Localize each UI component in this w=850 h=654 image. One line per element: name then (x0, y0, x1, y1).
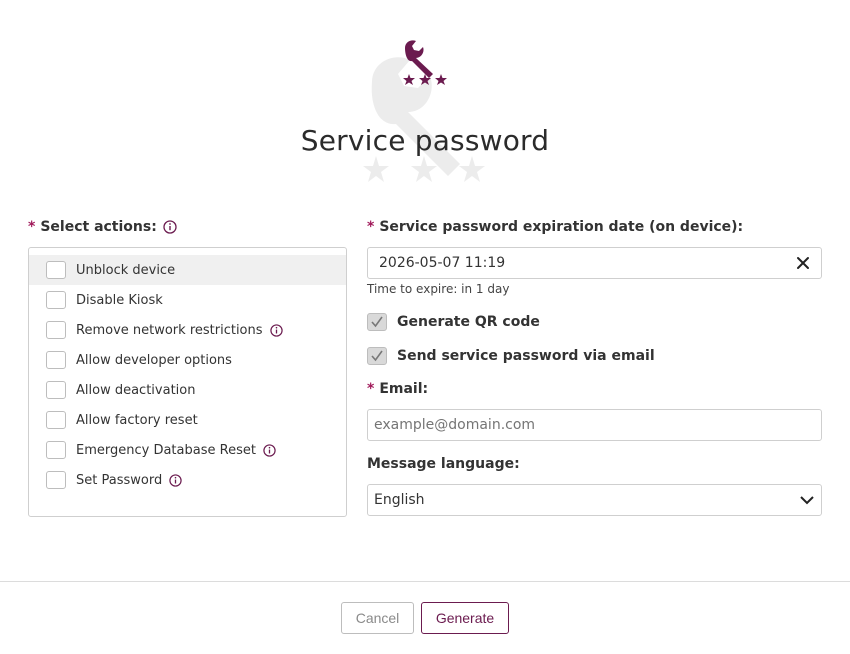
action-label: Set Password (76, 472, 163, 488)
action-checkbox[interactable] (46, 261, 66, 279)
action-checkbox[interactable] (46, 291, 66, 309)
generate-qr-checkbox[interactable] (367, 313, 387, 331)
message-language-value: English (374, 492, 425, 508)
action-checkbox[interactable] (46, 471, 66, 489)
email-input[interactable] (367, 409, 822, 441)
time-to-expire-hint: Time to expire: in 1 day (367, 282, 510, 296)
footer-divider (0, 581, 850, 582)
select-actions-text: Select actions: (40, 219, 157, 235)
required-mark: * (367, 381, 375, 397)
action-label: Remove network restrictions (76, 322, 263, 338)
dialog-title: Service password (300, 124, 550, 157)
required-mark: * (28, 219, 36, 235)
cancel-button[interactable]: Cancel (341, 602, 414, 634)
action-label: Allow deactivation (76, 382, 196, 398)
select-actions-label: * Select actions: (28, 219, 177, 235)
expiration-date-value: 2026-05-07 11:19 (379, 255, 506, 271)
action-checkbox[interactable] (46, 381, 66, 399)
email-label: * Email: (367, 381, 428, 397)
close-icon[interactable] (796, 256, 810, 270)
wrench-password-icon (403, 40, 447, 85)
action-item[interactable]: Set Password (29, 465, 346, 495)
required-mark: * (367, 219, 375, 235)
message-language-select[interactable]: English (367, 484, 822, 516)
checkmark-icon (371, 350, 383, 362)
action-label: Allow developer options (76, 352, 232, 368)
action-checkbox[interactable] (46, 441, 66, 459)
info-circle-icon[interactable] (269, 323, 283, 337)
expiration-label: * Service password expiration date (on d… (367, 219, 743, 235)
email-label-text: Email: (379, 381, 429, 397)
action-item[interactable]: Emergency Database Reset (29, 435, 346, 465)
generate-button[interactable]: Generate (421, 602, 509, 634)
action-label: Allow factory reset (76, 412, 198, 428)
send-email-checkbox-row[interactable]: Send service password via email (367, 347, 655, 365)
action-item[interactable]: Disable Kiosk (29, 285, 346, 315)
info-circle-icon[interactable] (169, 473, 182, 487)
dialog-header: Service password (0, 0, 850, 200)
chevron-down-icon[interactable] (799, 494, 815, 506)
action-label: Disable Kiosk (76, 292, 163, 308)
action-checkbox[interactable] (46, 321, 66, 339)
expiration-date-input[interactable]: 2026-05-07 11:19 (367, 247, 822, 279)
message-language-label: Message language: (367, 456, 520, 472)
info-circle-icon[interactable] (263, 443, 276, 457)
action-checkbox[interactable] (46, 411, 66, 429)
action-label: Unblock device (76, 262, 176, 278)
checkmark-icon (371, 316, 383, 328)
generate-qr-label: Generate QR code (397, 314, 540, 330)
send-email-label: Send service password via email (397, 348, 655, 364)
info-circle-icon[interactable] (163, 220, 177, 234)
send-email-checkbox[interactable] (367, 347, 387, 365)
action-item[interactable]: Allow developer options (29, 345, 346, 375)
action-item[interactable]: Allow factory reset (29, 405, 346, 435)
action-checkbox[interactable] (46, 351, 66, 369)
expiration-label-text: Service password expiration date (on dev… (379, 219, 744, 235)
action-label: Emergency Database Reset (76, 442, 256, 458)
action-item[interactable]: Unblock device (29, 255, 346, 285)
action-item[interactable]: Remove network restrictions (29, 315, 346, 345)
actions-list: Unblock device Disable Kiosk Remove networ… (28, 247, 347, 517)
action-item[interactable]: Allow deactivation (29, 375, 346, 405)
generate-qr-checkbox-row[interactable]: Generate QR code (367, 313, 540, 331)
